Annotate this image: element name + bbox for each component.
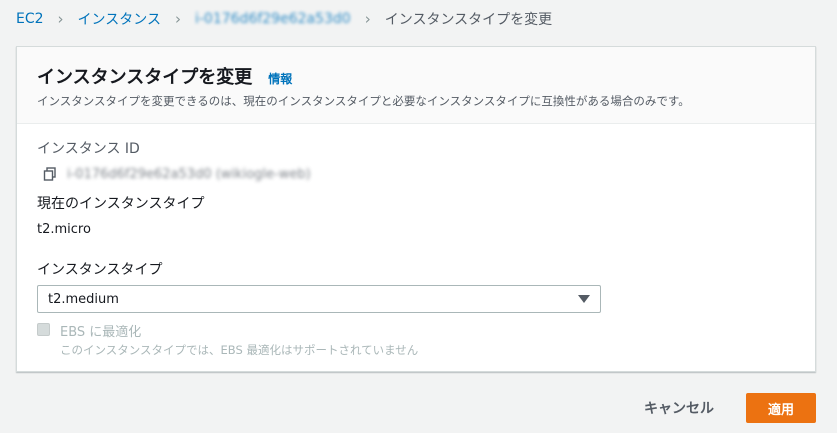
current-instance-type-label: 現在のインスタンスタイプ [37,196,205,212]
instance-id-row: i-0176d6f29e62a53d0 (wikiogle-web) [37,164,795,184]
page-title: インスタンスタイプを変更 [37,67,253,88]
form-actions: キャンセル 適用 [644,393,816,423]
instance-id-label: インスタンス ID [37,141,140,157]
info-link[interactable]: 情報 [268,70,292,87]
ebs-optimized-checkbox[interactable] [37,323,50,336]
panel-description: インスタンスタイプを変更できるのは、現在のインスタンスタイプと必要なインスタンス… [37,94,690,108]
panel-header: インスタンスタイプを変更 情報 インスタンスタイプを変更できるのは、現在のインス… [17,47,815,124]
caret-down-icon [578,295,590,303]
chevron-right-icon: › [174,10,181,28]
breadcrumb-current: インスタンスタイプを変更 [384,12,553,28]
apply-button[interactable]: 適用 [746,393,816,423]
instance-type-select[interactable]: t2.medium [37,285,601,313]
breadcrumb-ec2[interactable]: EC2 [16,11,44,27]
chevron-right-icon: › [364,10,371,28]
chevron-right-icon: › [57,10,64,28]
instance-type-selected-value: t2.medium [48,291,119,307]
instance-type-select-wrap: t2.medium [37,285,795,313]
ebs-optimized-label: EBS に最適化 [60,325,142,340]
ebs-optimized-row: EBS に最適化 このインスタンスタイプでは、EBS 最適化はサポートされていま… [37,321,795,358]
copy-icon[interactable] [43,167,59,181]
panel-body: インスタンス ID i-0176d6f29e62a53d0 (wikiogle-… [17,124,815,358]
change-instance-type-panel: インスタンスタイプを変更 情報 インスタンスタイプを変更できるのは、現在のインス… [16,46,816,372]
instance-type-label: インスタンスタイプ [37,262,163,278]
current-instance-type-value: t2.micro [37,222,91,237]
breadcrumb-instance-id[interactable]: i-0176d6f29e62a53d0 [195,11,351,27]
breadcrumb-instances[interactable]: インスタンス [78,9,161,29]
cancel-button[interactable]: キャンセル [644,398,714,418]
instance-id-value: i-0176d6f29e62a53d0 (wikiogle-web) [67,166,311,182]
breadcrumb: EC2 › インスタンス › i-0176d6f29e62a53d0 › インス… [16,7,552,31]
ebs-optimized-description: このインスタンスタイプでは、EBS 最適化はサポートされていません [60,343,419,357]
